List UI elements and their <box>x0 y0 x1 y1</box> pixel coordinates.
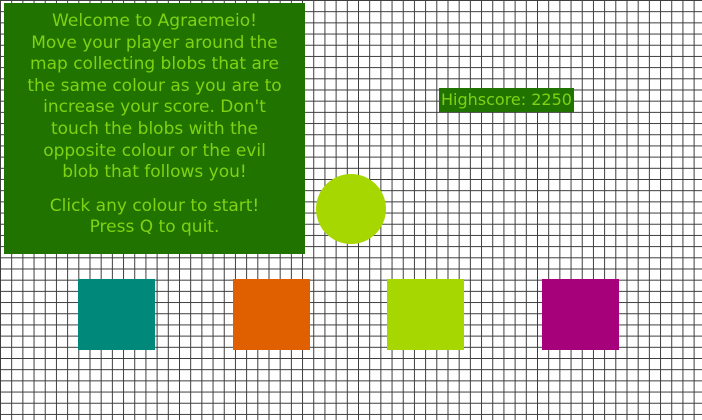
instructions-line: Move your player around the <box>31 32 278 53</box>
colour-option-lime[interactable] <box>387 279 464 350</box>
colour-option-orange[interactable] <box>233 279 310 350</box>
welcome-panel: Welcome to Agraemeio! Move your player a… <box>4 3 305 254</box>
instructions-line: blob that follows you! <box>62 162 247 183</box>
instructions-line: increase your score. Don't <box>43 97 266 118</box>
quit-instruction: Press Q to quit. <box>89 217 220 238</box>
colour-option-magenta[interactable] <box>542 279 619 350</box>
start-instruction: Click any colour to start! <box>49 195 260 216</box>
instructions-line: opposite colour or the evil <box>43 140 266 161</box>
highscore-label: Highscore: 2250 <box>439 88 574 112</box>
colour-option-teal[interactable] <box>78 279 155 350</box>
welcome-title: Welcome to Agraemeio! <box>52 11 257 31</box>
game-map: Welcome to Agraemeio! Move your player a… <box>0 0 702 420</box>
instructions-line: the same colour as you are to <box>27 75 282 96</box>
player-blob <box>316 174 386 244</box>
instructions-line: map collecting blobs that are <box>30 54 279 75</box>
instructions-line: touch the blobs with the <box>50 118 258 139</box>
